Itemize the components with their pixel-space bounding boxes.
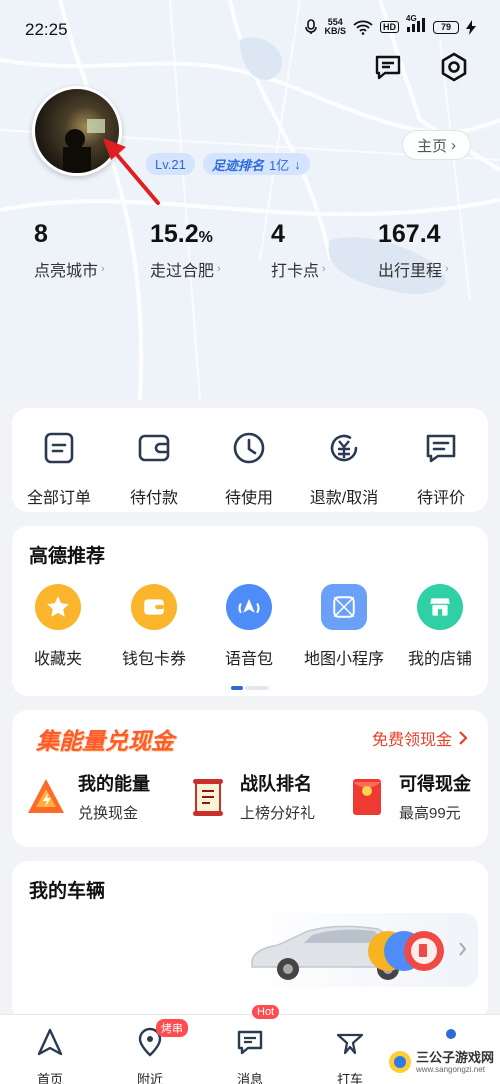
red-envelope-icon [353,778,381,815]
clock-icon [233,432,265,464]
chevron-right-icon: › [322,263,326,275]
chevron-right-icon: › [445,263,449,275]
homepage-button[interactable]: 主页 › [402,130,471,160]
chevron-right-icon [459,731,468,745]
stat-mileage[interactable]: 167.4 出行里程 › [378,220,449,281]
recommend-card: 高德推荐 收藏夹 钱包卡券 语音包 地图小程序 我的店铺 [12,526,488,696]
nearby-badge: 烤串 [156,1019,188,1037]
watermark-logo-icon [389,1051,411,1073]
wallet-icon [138,434,170,462]
wallet-card-icon [144,599,164,615]
tab-home[interactable]: 首页 [10,1027,90,1084]
recommend-wallet-coupons[interactable]: 钱包卡券 [106,584,202,669]
orders-card: 全部订单 待付款 待使用 退款/取消 待评价 [12,408,488,512]
star-icon [47,596,69,617]
chevron-right-icon: › [217,263,221,275]
order-to-use[interactable]: 待使用 [201,430,297,508]
stat-lit-cities[interactable]: 8 点亮城市 › [34,220,105,281]
comment-icon [426,434,456,463]
energy-title: 集能量兑现金 [36,728,174,754]
energy-my-energy[interactable]: 我的能量 兑换现金 [24,770,150,823]
arrow-down-icon: ↓ [294,156,301,172]
tab-taxi[interactable]: 打车 [310,1027,390,1084]
order-refund[interactable]: 退款/取消 [296,430,392,508]
stat-hefei-coverage[interactable]: 15.2% 走过合肥 › [150,220,221,281]
stat-checkins[interactable]: 4 打卡点 › [271,220,326,281]
mini-program-icon [333,596,355,618]
order-to-review[interactable]: 待评价 [393,430,489,508]
car-icon [251,925,467,980]
taxi-icon [336,1033,364,1055]
energy-card: 集能量兑现金 免费领现金 我的能量 兑换现金 战队排名 上榜分好礼 可得现金 最高99… [12,710,488,847]
chevron-right-icon: › [101,263,105,275]
recommend-favorites[interactable]: 收藏夹 [10,584,106,669]
recommend-my-store[interactable]: 我的店铺 [392,584,488,669]
refund-icon [330,434,358,462]
voice-navigation-icon [238,598,260,614]
chevron-right-icon: › [451,136,456,154]
add-vehicle-entry[interactable] [238,913,478,987]
tab-messages[interactable]: 消息 [210,1027,290,1084]
order-list-icon [44,432,74,464]
free-cash-link[interactable]: 免费领现金 [372,726,468,750]
vehicle-title: 我的车辆 [29,881,106,902]
recommend-title: 高德推荐 [29,546,106,567]
navigation-arrow-icon [37,1028,63,1056]
message-icon [237,1030,263,1055]
vehicle-card: 我的车辆 [12,861,488,1021]
energy-cash-reward[interactable]: 可得现金 最高99元 [345,770,471,823]
watermark: 三公子游戏网 www.sangongzi.net [388,1050,494,1074]
profile-dot [446,1029,456,1039]
messages-hot-badge: Hot [252,1005,280,1019]
footprint-rank-badge[interactable]: 足迹排名 1亿 ↓ [203,153,310,175]
recommend-voice-pack[interactable]: 语音包 [201,584,297,669]
ranking-scroll-icon [193,778,223,816]
page-indicator [231,686,269,690]
energy-team-ranking[interactable]: 战队排名 上榜分好礼 [186,770,315,823]
energy-icon [28,778,64,813]
store-icon [430,598,450,616]
annotation-arrow [103,138,160,205]
order-pending-payment[interactable]: 待付款 [106,430,202,508]
recommend-map-mini-program[interactable]: 地图小程序 [296,584,392,669]
order-all[interactable]: 全部订单 [11,430,107,508]
level-badge[interactable]: Lv.21 [146,153,195,175]
